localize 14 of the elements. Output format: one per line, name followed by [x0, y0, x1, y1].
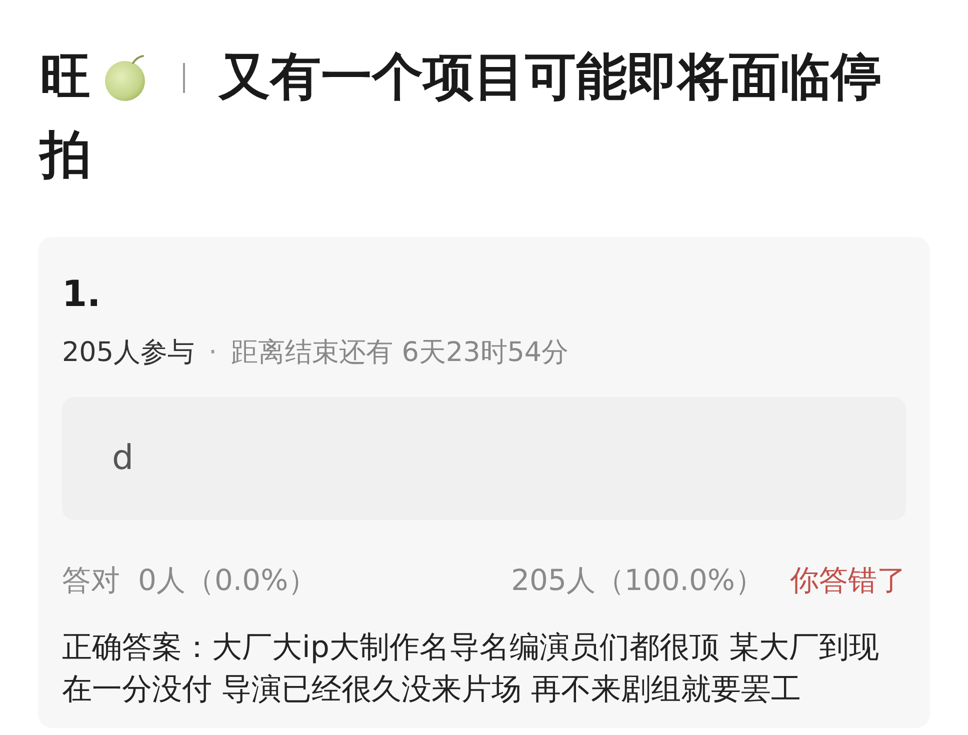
- wrong-count: 205人（100.0%）: [511, 562, 764, 599]
- post-title: 又有一个项目可能即将面临停: [219, 47, 882, 109]
- separator-dot: ·: [208, 336, 218, 370]
- participant-count: 205人参与: [62, 336, 195, 370]
- countdown-text: 距离结束还有 6天23时54分: [231, 336, 569, 370]
- answer-option[interactable]: d: [62, 397, 906, 520]
- result-verdict: 你答错了: [790, 562, 906, 599]
- correct-count: 0人（0.0%）: [138, 562, 318, 599]
- option-label: d: [112, 437, 134, 480]
- title-prefix: 旺: [40, 47, 91, 109]
- correct-label: 答对: [62, 562, 120, 599]
- correct-answer-text: 正确答案：大厂大ip大制作名导名编演员们都很顶 某大厂到现在一分没付 导演已经很久没来片场 再不来剧组就要罢工: [62, 629, 880, 709]
- post-title: 拍: [40, 125, 91, 187]
- question-number: 1.: [62, 273, 101, 317]
